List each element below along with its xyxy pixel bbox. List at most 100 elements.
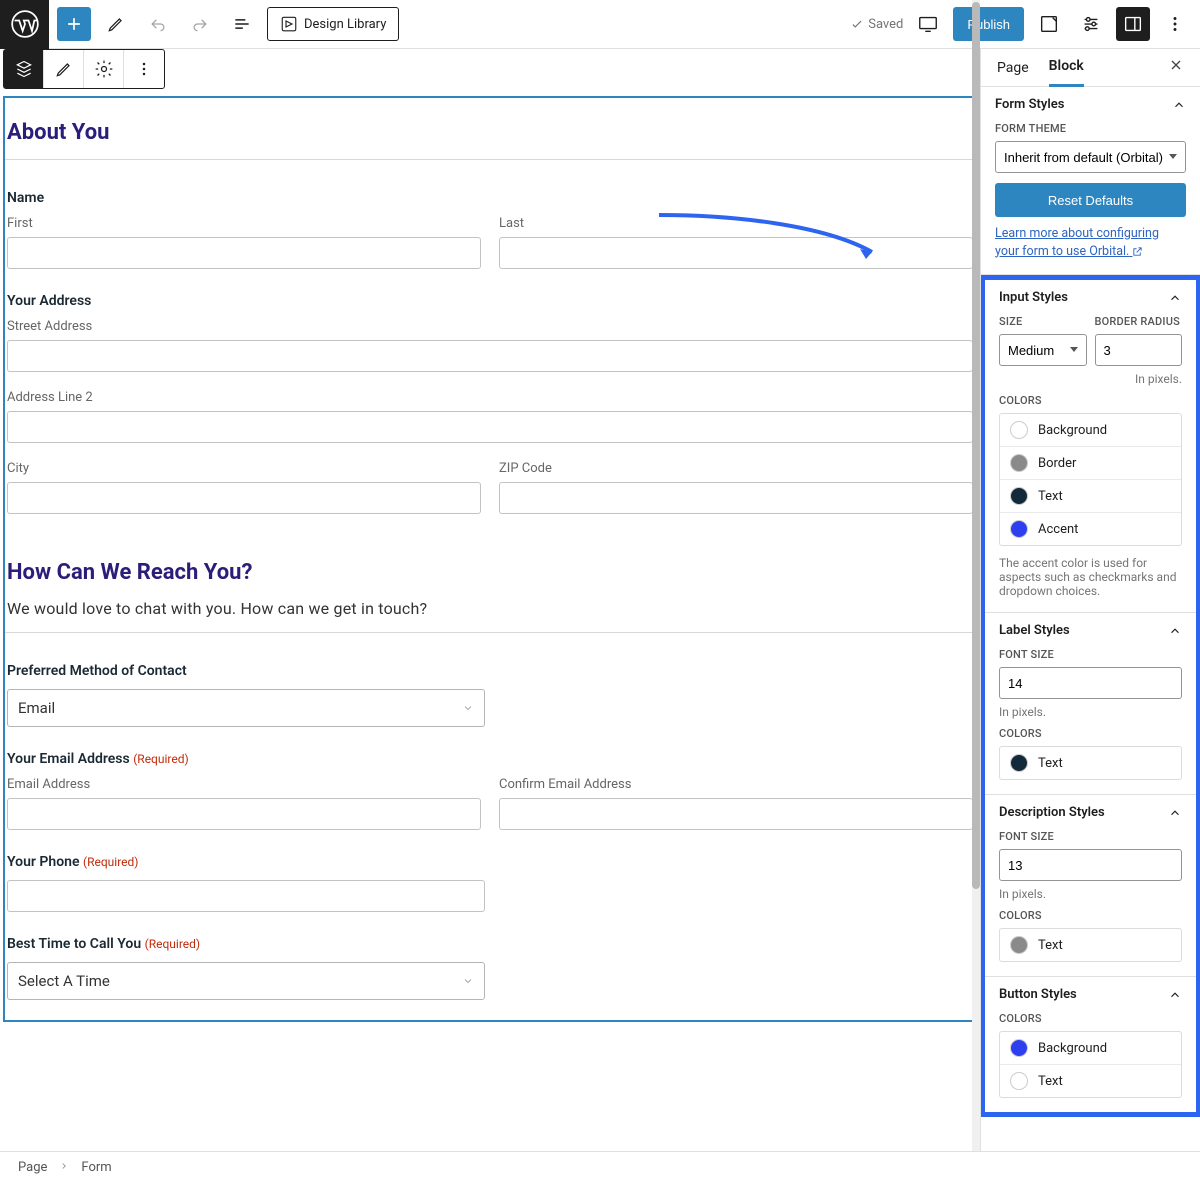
breadcrumb-form[interactable]: Form: [81, 1160, 111, 1175]
colors-label: COLORS: [999, 394, 1182, 407]
color-text[interactable]: Text: [1000, 929, 1181, 961]
size-label: SIZE: [999, 315, 1087, 328]
color-background[interactable]: Background: [1000, 1032, 1181, 1065]
color-swatch: [1010, 520, 1028, 538]
publish-button[interactable]: Publish: [953, 7, 1024, 41]
panel-input-styles: Input Styles SIZE Medium: [985, 280, 1196, 613]
saved-label: Saved: [868, 17, 903, 32]
breadcrumb: Page Form: [0, 1151, 1200, 1183]
label-fontsize-input[interactable]: [999, 667, 1182, 699]
border-radius-input[interactable]: [1095, 334, 1183, 366]
block-more-button[interactable]: [124, 50, 164, 88]
form-theme-select[interactable]: Inherit from default (Orbital): [995, 141, 1186, 173]
phone-input[interactable]: [7, 880, 485, 912]
learn-more-link[interactable]: Learn more about configuring your form t…: [995, 225, 1186, 260]
city-input[interactable]: [7, 482, 481, 514]
form-block[interactable]: About You Name First Last Your Address: [3, 96, 977, 1022]
edit-tool-button[interactable]: [99, 7, 133, 41]
color-swatch: [1010, 487, 1028, 505]
sub-label: ZIP Code: [499, 461, 973, 476]
confirm-email-input[interactable]: [499, 798, 973, 830]
sub-label: Last: [499, 216, 973, 231]
form-theme-label: FORM THEME: [995, 122, 1186, 135]
editor-canvas: Contact Us About You Name: [0, 49, 980, 1151]
add-block-button[interactable]: [57, 7, 91, 41]
redo-button[interactable]: [183, 7, 217, 41]
panel-header[interactable]: Description Styles: [985, 795, 1196, 830]
color-swatch: [1010, 754, 1028, 772]
section-heading: About You: [5, 120, 975, 145]
chevron-down-icon: [462, 975, 474, 987]
scrollbar-thumb[interactable]: [972, 2, 980, 889]
chevron-right-icon: [59, 1160, 69, 1175]
design-library-button[interactable]: Design Library: [267, 7, 399, 41]
reset-defaults-button[interactable]: Reset Defaults: [995, 183, 1186, 217]
sliders-icon: [1080, 13, 1102, 35]
options-button[interactable]: [1158, 7, 1192, 41]
field-label: Best Time to Call You (Required): [5, 936, 975, 952]
block-type-button[interactable]: [4, 50, 44, 88]
check-icon: [850, 17, 864, 31]
fontsize-label: FONT SIZE: [999, 648, 1182, 661]
color-text[interactable]: Text: [1000, 480, 1181, 513]
color-border[interactable]: Border: [1000, 447, 1181, 480]
contact-method-select[interactable]: Email: [7, 689, 485, 727]
best-time-select[interactable]: Select A Time: [7, 962, 485, 1000]
description-fontsize-input[interactable]: [999, 849, 1182, 881]
color-accent[interactable]: Accent: [1000, 513, 1181, 545]
canvas-scrollbar[interactable]: [972, 0, 980, 1183]
top-toolbar: Design Library Saved Publish: [0, 0, 1200, 49]
input-size-select[interactable]: Medium: [999, 334, 1087, 366]
sidebar-tabs: Page Block: [981, 49, 1200, 87]
color-background[interactable]: Background: [1000, 414, 1181, 447]
fontsize-help: In pixels.: [999, 887, 1182, 901]
redo-icon: [190, 14, 210, 34]
address2-input[interactable]: [7, 411, 973, 443]
zip-input[interactable]: [499, 482, 973, 514]
sub-label: City: [7, 461, 481, 476]
desktop-icon: [917, 13, 939, 35]
close-icon: [1168, 57, 1184, 73]
more-vertical-icon: [1164, 13, 1186, 35]
panel-label-styles: Label Styles FONT SIZE In pixels. COLORS…: [985, 613, 1196, 795]
breadcrumb-page[interactable]: Page: [18, 1160, 47, 1175]
required-indicator: (Required): [83, 855, 138, 869]
select-value: Email: [18, 699, 55, 717]
undo-icon: [148, 14, 168, 34]
email-input[interactable]: [7, 798, 481, 830]
edit-form-button[interactable]: [44, 50, 84, 88]
form-preview-icon: [1038, 13, 1060, 35]
settings-sidebar: Page Block Form Styles FORM THEME Inheri…: [980, 49, 1200, 1151]
close-sidebar-button[interactable]: [1168, 57, 1184, 78]
first-name-input[interactable]: [7, 237, 481, 269]
last-name-input[interactable]: [499, 237, 973, 269]
view-desktop-button[interactable]: [911, 7, 945, 41]
panel-header[interactable]: Button Styles: [985, 977, 1196, 1012]
wordpress-logo[interactable]: [0, 0, 49, 49]
undo-button[interactable]: [141, 7, 175, 41]
tab-page[interactable]: Page: [997, 49, 1029, 87]
form-preview-button[interactable]: [1032, 7, 1066, 41]
tab-block[interactable]: Block: [1049, 49, 1084, 87]
color-text[interactable]: Text: [1000, 747, 1181, 779]
colors-label: COLORS: [999, 727, 1182, 740]
form-settings-button[interactable]: [84, 50, 124, 88]
section-subtext: We would love to chat with you. How can …: [5, 599, 975, 618]
fontsize-label: FONT SIZE: [999, 830, 1182, 843]
block-toolbar: [3, 49, 165, 89]
outline-button[interactable]: [225, 7, 259, 41]
fontsize-help: In pixels.: [999, 705, 1182, 719]
color-text[interactable]: Text: [1000, 1065, 1181, 1097]
panel-header[interactable]: Label Styles: [985, 613, 1196, 648]
color-swatch: [1010, 1072, 1028, 1090]
panel-header[interactable]: Form Styles: [981, 87, 1200, 122]
street-input[interactable]: [7, 340, 973, 372]
form-settings-shortcut[interactable]: [1074, 7, 1108, 41]
design-library-label: Design Library: [304, 17, 386, 32]
select-value: Select A Time: [18, 972, 110, 990]
sidebar-toggle-button[interactable]: [1116, 7, 1150, 41]
chevron-down-icon: [462, 702, 474, 714]
field-label: Your Email Address (Required): [5, 751, 975, 767]
panel-header[interactable]: Input Styles: [985, 280, 1196, 315]
colors-label: COLORS: [999, 909, 1182, 922]
